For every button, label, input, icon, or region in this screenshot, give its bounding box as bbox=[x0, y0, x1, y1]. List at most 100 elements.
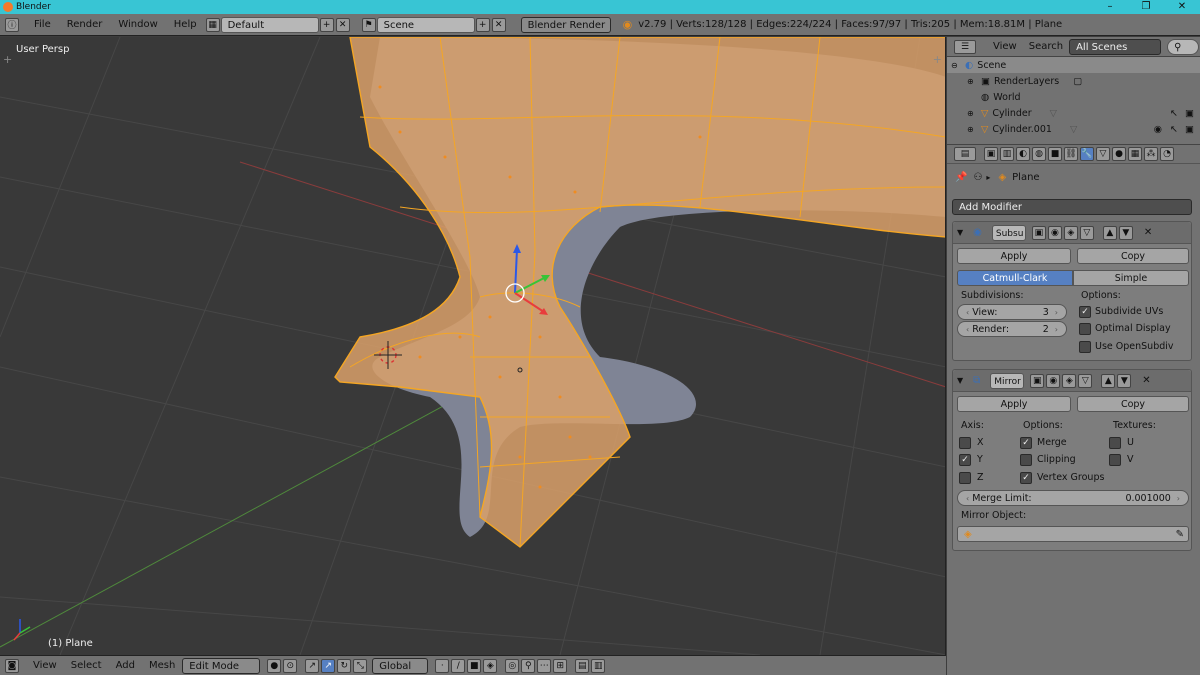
remove-scene-icon[interactable]: ✕ bbox=[491, 17, 506, 32]
mirror-object-field[interactable]: ◈ ✎ bbox=[957, 526, 1189, 542]
vertex-groups-checkbox[interactable]: ✓ bbox=[1020, 472, 1032, 484]
selectable-toggle-icon[interactable]: ↖ bbox=[1170, 108, 1178, 119]
expand-toggle-icon[interactable]: ⊕ bbox=[967, 109, 975, 118]
tab-texture-icon[interactable]: ▦ bbox=[1128, 147, 1142, 161]
pivot-point-icon[interactable]: ⊙ bbox=[283, 658, 298, 673]
edge-select-icon[interactable]: / bbox=[451, 658, 466, 673]
tab-physics-icon[interactable]: ◔ bbox=[1160, 147, 1174, 161]
vertex-select-icon[interactable]: · bbox=[435, 658, 450, 673]
move-down-icon[interactable]: ▼ bbox=[1118, 225, 1133, 240]
show-in-viewport-icon[interactable]: ◉ bbox=[1047, 225, 1062, 240]
view-levels-field[interactable]: ‹ View: 3 › bbox=[957, 304, 1067, 320]
menu-help[interactable]: Help bbox=[166, 19, 205, 30]
render-levels-field[interactable]: ‹ Render: 2 › bbox=[957, 321, 1067, 337]
mirror-name-field[interactable]: Mirror bbox=[990, 372, 1025, 389]
viewport-scene[interactable] bbox=[0, 37, 946, 655]
texture-v-checkbox[interactable] bbox=[1109, 454, 1121, 466]
render-toggle-icon[interactable]: ▣ bbox=[1185, 124, 1194, 135]
expand-toggle-icon[interactable]: ⊕ bbox=[967, 125, 975, 134]
outliner-item-cylinder[interactable]: ⊕ ▽ Cylinder ▽ ↖ ▣ bbox=[947, 105, 1200, 121]
visibility-toggle-icon[interactable]: ◉ bbox=[1154, 124, 1162, 135]
axis-y-checkbox[interactable]: ✓ bbox=[959, 454, 971, 466]
tab-particles-icon[interactable]: ⁂ bbox=[1144, 147, 1158, 161]
axis-x-checkbox[interactable] bbox=[959, 437, 971, 449]
subsurf-name-field[interactable]: Subsu bbox=[991, 224, 1026, 241]
scene-field[interactable]: Scene bbox=[376, 16, 475, 33]
menu-select[interactable]: Select bbox=[64, 660, 109, 671]
menu-mesh[interactable]: Mesh bbox=[142, 660, 182, 671]
move-up-icon[interactable]: ▲ bbox=[1102, 225, 1117, 240]
pin-icon[interactable]: 📌 bbox=[955, 172, 967, 183]
toolshelf-toggle-icon[interactable]: + bbox=[3, 53, 12, 66]
add-modifier-dropdown[interactable]: Add Modifier bbox=[952, 199, 1192, 215]
subdivide-uvs-checkbox[interactable]: ✓ bbox=[1079, 306, 1091, 318]
merge-checkbox[interactable]: ✓ bbox=[1020, 437, 1032, 449]
menu-view[interactable]: View bbox=[26, 660, 64, 671]
render-engine-select[interactable]: Blender Render bbox=[520, 16, 611, 33]
collapse-arrow-icon[interactable]: ▼ bbox=[957, 228, 963, 237]
menu-file[interactable]: File bbox=[26, 19, 59, 30]
viewport-shading-icon[interactable]: ● bbox=[267, 658, 282, 673]
show-in-viewport-icon[interactable]: ◉ bbox=[1046, 373, 1061, 388]
increment-arrow-icon[interactable]: › bbox=[1177, 491, 1180, 505]
expand-toggle-icon[interactable]: ⊕ bbox=[967, 77, 975, 86]
proportional-edit-icon[interactable]: ◎ bbox=[505, 658, 520, 673]
increment-arrow-icon[interactable]: › bbox=[1055, 322, 1058, 336]
show-on-cage-icon[interactable]: ▽ bbox=[1079, 225, 1094, 240]
tab-world-icon[interactable]: ◍ bbox=[1032, 147, 1046, 161]
move-up-icon[interactable]: ▲ bbox=[1101, 373, 1116, 388]
show-on-cage-icon[interactable]: ▽ bbox=[1078, 373, 1093, 388]
translate-manipulator-icon[interactable]: ↗ bbox=[321, 658, 336, 673]
limit-selection-icon[interactable]: ◈ bbox=[483, 658, 498, 673]
tab-modifiers-icon[interactable]: 🔧 bbox=[1080, 147, 1094, 161]
tab-object-icon[interactable]: ■ bbox=[1048, 147, 1062, 161]
outliner-search-field[interactable]: ⚲ bbox=[1167, 38, 1200, 55]
menu-add[interactable]: Add bbox=[109, 660, 142, 671]
outliner-menu-view[interactable]: View bbox=[987, 41, 1023, 52]
snap-target-icon[interactable]: ⊞ bbox=[553, 658, 568, 673]
expand-toggle-icon[interactable]: ⊖ bbox=[951, 61, 959, 70]
mirror-copy-button[interactable]: Copy bbox=[1077, 396, 1189, 412]
menu-render[interactable]: Render bbox=[59, 19, 111, 30]
show-in-editmode-icon[interactable]: ◈ bbox=[1062, 373, 1077, 388]
3d-viewport[interactable]: User Persp (1) Plane + + bbox=[0, 37, 946, 655]
tab-constraints-icon[interactable]: ⛓ bbox=[1064, 147, 1078, 161]
snap-toggle-icon[interactable]: ⚲ bbox=[521, 658, 536, 673]
snap-element-icon[interactable]: ⋯ bbox=[537, 658, 552, 673]
show-in-render-icon[interactable]: ▣ bbox=[1031, 225, 1046, 240]
editor-type-outliner-icon[interactable]: ☰ bbox=[954, 39, 976, 54]
interaction-mode-select[interactable]: Edit Mode bbox=[182, 657, 261, 674]
screen-layout-field[interactable]: Default bbox=[220, 16, 319, 33]
scale-manipulator-icon[interactable]: ⤡ bbox=[353, 658, 368, 673]
texture-u-checkbox[interactable] bbox=[1109, 437, 1121, 449]
outliner-item-renderlayers[interactable]: ⊕ ▣ RenderLayers ▢ bbox=[947, 73, 1200, 89]
increment-arrow-icon[interactable]: › bbox=[1055, 305, 1058, 319]
subsurf-copy-button[interactable]: Copy bbox=[1077, 248, 1189, 264]
edit-cage-mesh[interactable] bbox=[334, 37, 946, 548]
render-preview-icon[interactable]: ▤ bbox=[575, 658, 590, 673]
outliner-item-world[interactable]: ◍ World bbox=[947, 89, 1200, 105]
mirror-apply-button[interactable]: Apply bbox=[957, 396, 1071, 412]
axis-z-checkbox[interactable] bbox=[959, 472, 971, 484]
minimize-button[interactable]: – bbox=[1092, 0, 1128, 14]
outliner-item-scene[interactable]: ⊖ ◐ Scene bbox=[947, 57, 1200, 73]
use-opensubdiv-checkbox[interactable] bbox=[1079, 341, 1091, 353]
clipping-checkbox[interactable] bbox=[1020, 454, 1032, 466]
move-down-icon[interactable]: ▼ bbox=[1117, 373, 1132, 388]
remove-modifier-icon[interactable]: ✕ bbox=[1142, 375, 1150, 386]
merge-limit-field[interactable]: ‹ Merge Limit: 0.001000 › bbox=[957, 490, 1189, 506]
show-in-editmode-icon[interactable]: ◈ bbox=[1063, 225, 1078, 240]
show-in-render-icon[interactable]: ▣ bbox=[1030, 373, 1045, 388]
remove-layout-icon[interactable]: ✕ bbox=[335, 17, 350, 32]
outliner-menu-search[interactable]: Search bbox=[1023, 41, 1069, 52]
properties-toggle-icon[interactable]: + bbox=[933, 53, 942, 66]
tab-data-icon[interactable]: ▽ bbox=[1096, 147, 1110, 161]
manipulator-toggle-icon[interactable]: ↗ bbox=[305, 658, 320, 673]
render-animation-icon[interactable]: ▥ bbox=[591, 658, 606, 673]
maximize-button[interactable]: ❐ bbox=[1128, 0, 1164, 14]
rotate-manipulator-icon[interactable]: ↻ bbox=[337, 658, 352, 673]
screen-layout-icon[interactable]: ▦ bbox=[205, 17, 220, 32]
simple-option[interactable]: Simple bbox=[1073, 270, 1189, 286]
tab-render-icon[interactable]: ▣ bbox=[984, 147, 998, 161]
editor-type-info-icon[interactable]: ⓘ bbox=[5, 17, 19, 32]
